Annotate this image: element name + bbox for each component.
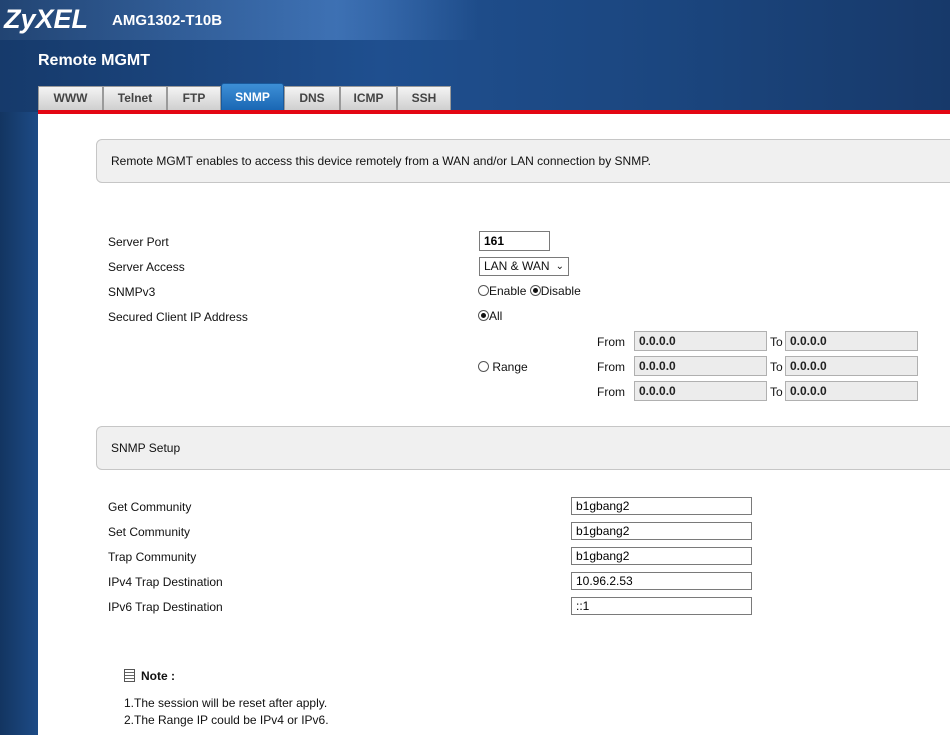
note-line-1: 1.The session will be reset after apply. bbox=[124, 696, 328, 710]
snmpv3-enable-radio[interactable] bbox=[478, 285, 489, 296]
note-icon bbox=[124, 669, 135, 682]
snmp-setup-header: SNMP Setup bbox=[96, 426, 950, 470]
snmpv3-disable-radio[interactable] bbox=[529, 285, 541, 296]
note-title: Note : bbox=[141, 669, 175, 683]
snmpv3-options: Enable Disable bbox=[478, 284, 581, 298]
tab-snmp[interactable]: SNMP bbox=[221, 83, 284, 110]
secured-all-label: All bbox=[489, 309, 503, 323]
ipv6-trap-input[interactable] bbox=[571, 597, 752, 615]
range-from-label: From bbox=[597, 360, 625, 374]
secured-range-radio[interactable] bbox=[478, 361, 489, 372]
tab-dns[interactable]: DNS bbox=[284, 86, 340, 110]
note-heading: Note : bbox=[124, 669, 175, 683]
range-from-label: From bbox=[597, 335, 625, 349]
secured-all-option: All bbox=[478, 309, 502, 323]
range-from-input[interactable] bbox=[634, 381, 767, 401]
snmpv3-disable-label: Disable bbox=[540, 284, 581, 298]
snmpv3-enable-label: Enable bbox=[489, 284, 527, 298]
model-name: AMG1302-T10B bbox=[112, 12, 223, 29]
tab-www[interactable]: WWW bbox=[38, 86, 103, 110]
ipv6-trap-label: IPv6 Trap Destination bbox=[108, 600, 223, 614]
intro-box: Remote MGMT enables to access this devic… bbox=[96, 139, 950, 183]
tab-icmp[interactable]: ICMP bbox=[340, 86, 397, 110]
set-community-label: Set Community bbox=[108, 525, 191, 539]
range-to-input[interactable] bbox=[785, 331, 918, 351]
server-access-select[interactable]: LAN & WAN ⌄ bbox=[479, 257, 569, 276]
server-access-label: Server Access bbox=[108, 260, 185, 274]
range-to-label: To bbox=[770, 360, 783, 374]
tab-ssh[interactable]: SSH bbox=[397, 86, 451, 110]
tab-bar: WWW Telnet FTP SNMP DNS ICMP SSH bbox=[38, 83, 451, 110]
secured-range-label: Range bbox=[492, 360, 528, 374]
range-from-label: From bbox=[597, 385, 625, 399]
brand-logo: ZyXEL bbox=[4, 4, 89, 34]
get-community-input[interactable] bbox=[571, 497, 752, 515]
page-title: Remote MGMT bbox=[38, 52, 150, 69]
intro-text: Remote MGMT enables to access this devic… bbox=[111, 154, 651, 168]
tab-telnet[interactable]: Telnet bbox=[103, 86, 167, 110]
trap-community-input[interactable] bbox=[571, 547, 752, 565]
get-community-label: Get Community bbox=[108, 500, 192, 514]
server-port-label: Server Port bbox=[108, 235, 169, 249]
ipv4-trap-input[interactable] bbox=[571, 572, 752, 590]
range-to-label: To bbox=[770, 335, 783, 349]
secured-range-option: Range bbox=[478, 360, 528, 374]
range-from-input[interactable] bbox=[634, 356, 767, 376]
note-line-2: 2.The Range IP could be IPv4 or IPv6. bbox=[124, 713, 329, 727]
trap-community-label: Trap Community bbox=[108, 550, 197, 564]
server-port-input[interactable] bbox=[479, 231, 550, 251]
snmpv3-label: SNMPv3 bbox=[108, 285, 156, 299]
chevron-down-icon: ⌄ bbox=[555, 261, 564, 272]
left-strip bbox=[0, 112, 38, 735]
snmp-setup-title: SNMP Setup bbox=[111, 441, 181, 455]
server-access-value: LAN & WAN bbox=[484, 259, 550, 273]
secured-client-label: Secured Client IP Address bbox=[108, 310, 248, 324]
range-from-input[interactable] bbox=[634, 331, 767, 351]
ipv4-trap-label: IPv4 Trap Destination bbox=[108, 575, 223, 589]
range-to-input[interactable] bbox=[785, 381, 918, 401]
range-to-label: To bbox=[770, 385, 783, 399]
set-community-input[interactable] bbox=[571, 522, 752, 540]
tab-ftp[interactable]: FTP bbox=[167, 86, 221, 110]
range-to-input[interactable] bbox=[785, 356, 918, 376]
secured-all-radio[interactable] bbox=[478, 310, 489, 321]
main-content: Remote MGMT enables to access this devic… bbox=[38, 114, 950, 735]
